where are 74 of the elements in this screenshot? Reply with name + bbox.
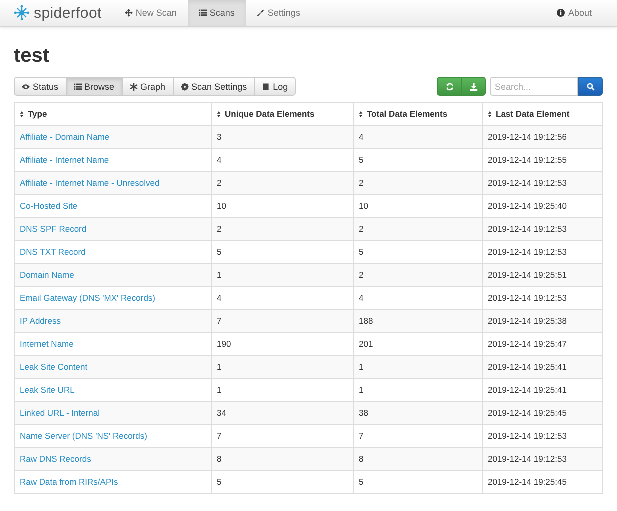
search-icon bbox=[586, 82, 594, 90]
table-cell: 8 bbox=[354, 448, 482, 470]
type-link[interactable]: Affiliate - Domain Name bbox=[20, 132, 110, 142]
download-icon bbox=[470, 82, 478, 90]
table-cell: 8 bbox=[212, 448, 354, 470]
table-cell: 2 bbox=[212, 172, 354, 194]
scan-title: test bbox=[14, 44, 51, 68]
refresh-button[interactable] bbox=[437, 77, 462, 96]
table-cell: 5 bbox=[212, 470, 354, 494]
column-header[interactable]: Last Data Element bbox=[482, 102, 602, 126]
table-cell: 2019-12-14 19:12:56 bbox=[482, 126, 602, 148]
type-link[interactable]: Domain Name bbox=[20, 270, 74, 280]
table-cell: 1 bbox=[212, 356, 354, 378]
eye-icon bbox=[22, 82, 30, 90]
table-cell: 2 bbox=[212, 218, 354, 240]
table-cell: 2 bbox=[354, 264, 482, 286]
table-cell: 38 bbox=[354, 402, 482, 424]
gear-icon bbox=[180, 82, 189, 90]
sort-icon bbox=[20, 111, 24, 118]
type-link[interactable]: Leak Site URL bbox=[20, 385, 75, 395]
table-cell: 5 bbox=[354, 470, 482, 494]
table-cell: 2019-12-14 19:12:53 bbox=[482, 172, 602, 194]
table-cell: 2019-12-14 19:25:45 bbox=[482, 402, 602, 424]
table-cell: 2 bbox=[354, 172, 482, 194]
table-cell: 2019-12-14 19:12:53 bbox=[482, 448, 602, 470]
list-icon bbox=[198, 9, 207, 17]
tab[interactable]: Scan Settings bbox=[172, 77, 256, 96]
table-cell: 2019-12-14 19:12:53 bbox=[482, 218, 602, 240]
nav-link[interactable]: Scans bbox=[188, 0, 246, 26]
book-icon bbox=[262, 82, 270, 90]
search-button[interactable] bbox=[578, 77, 603, 96]
tab[interactable]: Graph bbox=[122, 77, 174, 96]
column-header[interactable]: Total Data Elements bbox=[354, 102, 482, 126]
table-cell: 1 bbox=[212, 264, 354, 286]
spider-logo-icon bbox=[14, 5, 30, 21]
type-link[interactable]: Internet Name bbox=[20, 339, 74, 349]
table-cell: 2019-12-14 19:25:45 bbox=[482, 470, 602, 494]
asterisk-icon bbox=[130, 82, 138, 90]
column-header[interactable]: Unique Data Elements bbox=[212, 102, 354, 126]
tab[interactable]: Status bbox=[14, 77, 67, 96]
search-field[interactable]: Search... bbox=[490, 77, 578, 96]
nav-link[interactable]: New Scan bbox=[114, 0, 188, 26]
info-icon bbox=[557, 9, 566, 17]
list-icon bbox=[74, 82, 82, 90]
type-link[interactable]: DNS SPF Record bbox=[20, 224, 87, 234]
move-icon bbox=[124, 9, 133, 17]
column-header[interactable]: Type bbox=[14, 102, 212, 126]
about-link[interactable]: About bbox=[546, 0, 603, 26]
sort-icon bbox=[488, 111, 492, 118]
table-cell: 3 bbox=[212, 126, 354, 148]
table-cell: 2019-12-14 19:25:38 bbox=[482, 310, 602, 332]
table-cell: 2019-12-14 19:25:51 bbox=[482, 264, 602, 286]
refresh-icon bbox=[446, 82, 454, 90]
sort-icon bbox=[217, 111, 221, 118]
tab[interactable]: Browse bbox=[66, 77, 123, 96]
table-cell: 2 bbox=[354, 218, 482, 240]
type-link[interactable]: Raw DNS Records bbox=[20, 454, 92, 464]
type-link[interactable]: Linked URL - Internal bbox=[20, 408, 100, 418]
table-cell: 2019-12-14 19:25:41 bbox=[482, 356, 602, 378]
sort-icon bbox=[359, 111, 363, 118]
type-link[interactable]: DNS TXT Record bbox=[20, 247, 86, 257]
table-cell: 4 bbox=[354, 126, 482, 148]
table-cell: 7 bbox=[212, 310, 354, 332]
brand-name[interactable]: spiderfoot bbox=[34, 4, 102, 22]
type-link[interactable]: Leak Site Content bbox=[20, 362, 88, 372]
table-cell: 188 bbox=[354, 310, 482, 332]
type-link[interactable]: IP Address bbox=[20, 316, 61, 326]
type-link[interactable]: Co-Hosted Site bbox=[20, 201, 78, 211]
nav-link[interactable]: Settings bbox=[246, 0, 312, 26]
tab[interactable]: Log bbox=[254, 77, 296, 96]
download-button[interactable] bbox=[461, 77, 486, 96]
table-cell: 1 bbox=[354, 356, 482, 378]
type-link[interactable]: Affiliate - Internet Name bbox=[20, 155, 110, 165]
table-cell: 34 bbox=[212, 402, 354, 424]
